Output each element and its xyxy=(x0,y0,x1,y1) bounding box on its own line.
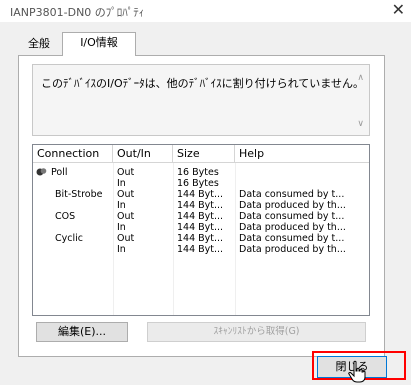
cell-connection xyxy=(33,178,113,189)
cell-help xyxy=(235,178,369,189)
edit-button[interactable]: 編集(E)... xyxy=(36,322,128,342)
cell-direction: In xyxy=(117,200,126,211)
cell-connection: Poll xyxy=(51,167,68,178)
cell-connection: Bit-Strobe xyxy=(55,189,103,200)
cell-size: 16 Bytes xyxy=(177,178,219,189)
cell-help: Data produced by th... xyxy=(239,200,346,211)
cell-size: 144 Byt... xyxy=(177,200,224,211)
cell-size: 144 Byt... xyxy=(177,189,224,200)
cell-direction: Out xyxy=(117,189,135,200)
title-bar: IANP3801-DN0 のﾌﾟﾛﾊﾟﾃｨ ✕ xyxy=(0,0,411,22)
cell-size: 144 Byt... xyxy=(177,211,224,222)
cell-help: Data consumed by t... xyxy=(239,233,345,244)
cell-size: 16 Bytes xyxy=(177,167,219,178)
cell-size: 144 Byt... xyxy=(177,233,224,244)
cell-connection xyxy=(33,244,113,255)
cell-help: Data produced by th... xyxy=(239,244,346,255)
message-box: このﾃﾞﾊﾞｲｽのI/Oﾃﾞｰﾀは、他のﾃﾞﾊﾞｲｽに割り付けられていません。 … xyxy=(32,64,370,136)
cell-direction: In xyxy=(117,222,126,233)
get-from-scanlist-button[interactable]: ｽｷｬﾝﾘｽﾄから取得(G) xyxy=(147,322,366,342)
cell-direction: Out xyxy=(117,167,135,178)
connection-icon xyxy=(36,168,47,176)
scroll-up-icon[interactable]: ∧ xyxy=(357,73,364,83)
hand-cursor-icon xyxy=(348,360,366,383)
cell-direction: In xyxy=(117,244,126,255)
cell-size: 144 Byt... xyxy=(177,222,224,233)
column-header-connection[interactable]: Connection xyxy=(33,145,113,163)
cell-connection: COS xyxy=(55,211,76,222)
column-header-out-in[interactable]: Out/In xyxy=(113,145,173,163)
tab-io-info[interactable]: I/O情報 xyxy=(62,32,136,56)
close-window-icon[interactable]: ✕ xyxy=(392,0,405,20)
window-title: IANP3801-DN0 のﾌﾟﾛﾊﾟﾃｨ xyxy=(10,6,145,19)
scroll-down-icon[interactable]: ∨ xyxy=(357,119,364,129)
cell-help: Data consumed by t... xyxy=(239,211,345,222)
cell-direction: Out xyxy=(117,233,135,244)
tab-general[interactable]: 全般 xyxy=(18,34,60,54)
cell-size: 144 Byt... xyxy=(177,244,224,255)
column-header-help[interactable]: Help xyxy=(235,145,369,163)
cell-direction: In xyxy=(117,178,126,189)
column-header-size[interactable]: Size xyxy=(173,145,235,163)
cell-help: Data produced by th... xyxy=(239,222,346,233)
io-message: このﾃﾞﾊﾞｲｽのI/Oﾃﾞｰﾀは、他のﾃﾞﾊﾞｲｽに割り付けられていません。 xyxy=(41,77,364,90)
cell-direction: Out xyxy=(117,211,135,222)
cell-connection xyxy=(33,222,113,233)
cell-help xyxy=(235,167,369,178)
cell-help: Data consumed by t... xyxy=(239,189,345,200)
cell-connection: Cyclic xyxy=(55,233,83,244)
cell-connection xyxy=(33,200,113,211)
connection-table[interactable]: Connection Out/In Size Help Poll Out 16 … xyxy=(32,144,370,316)
